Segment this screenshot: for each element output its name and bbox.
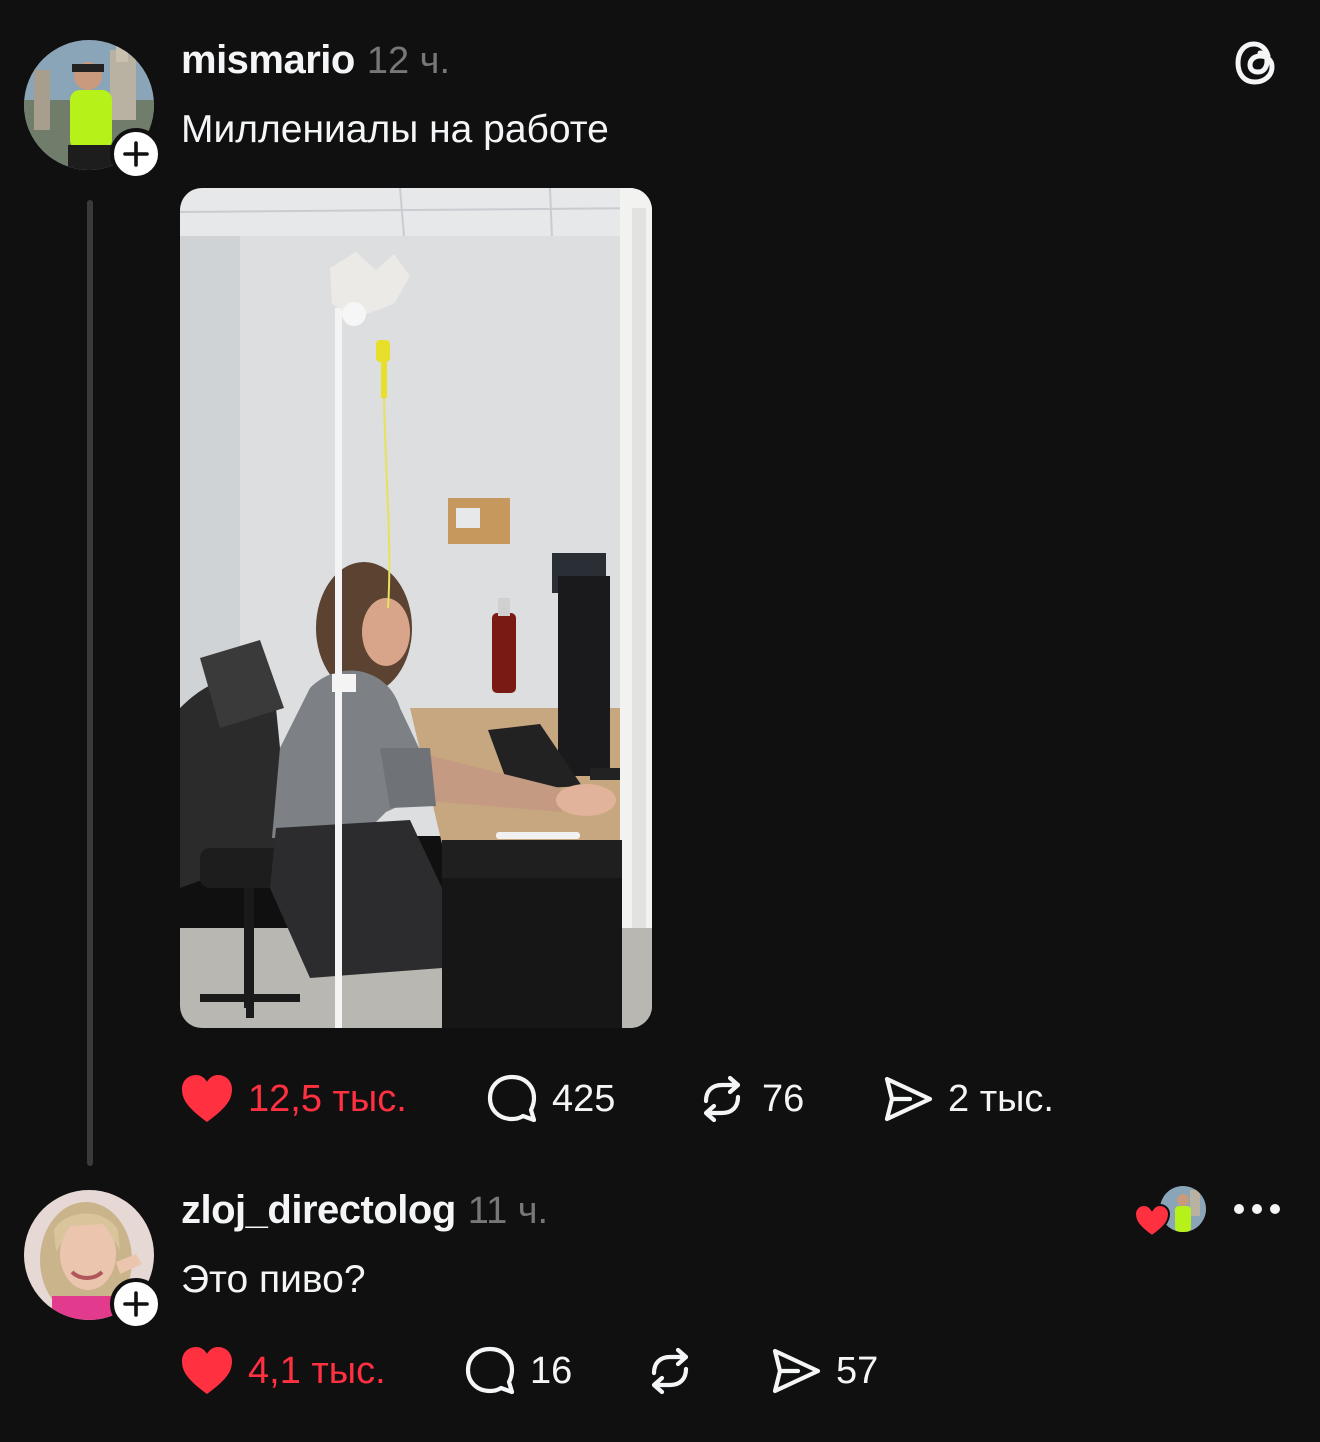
repost-icon [703,1075,741,1123]
reply-username[interactable]: zloj_directolog [181,1188,456,1233]
reply-like-count: 4,1 тыс. [248,1349,386,1392]
reply-like-button[interactable]: 4,1 тыс. [180,1344,386,1398]
reply-reply-button[interactable]: 16 [464,1344,572,1398]
reply-reply-count: 16 [530,1349,573,1392]
post-like-count: 12,5 тыс. [248,1077,407,1120]
follow-plus-button[interactable] [110,128,162,180]
heart-filled-icon [182,1347,232,1394]
post-like-button[interactable]: 12,5 тыс. [180,1072,407,1126]
send-icon [884,1076,933,1122]
reply-share-button[interactable]: 57 [770,1344,878,1398]
thread-connector-line [87,200,93,1166]
post-share-count: 2 тыс. [948,1077,1054,1120]
reply-repost-button[interactable] [644,1344,696,1398]
post-repost-count: 76 [762,1077,805,1120]
reply-header: zloj_directolog 11 ч. [181,1188,548,1236]
reply-share-count: 57 [836,1349,879,1392]
reply-timestamp: 11 ч. [467,1190,549,1232]
post-text: Миллениалы на работе [181,108,609,151]
more-options-icon[interactable] [1234,1204,1280,1214]
heart-filled-icon [182,1075,232,1122]
comment-bubble-icon [487,1074,537,1123]
post-username[interactable]: mismario [181,38,355,83]
post-reply-button[interactable]: 425 [486,1072,615,1126]
post-header: mismario 12 ч. [181,38,450,86]
heart-badge-icon [1133,1203,1171,1238]
send-icon [772,1348,821,1394]
threads-logo-icon[interactable] [1230,36,1284,90]
comment-bubble-icon [465,1346,515,1395]
post-photo[interactable] [180,188,652,1028]
post-share-button[interactable]: 2 тыс. [882,1072,1054,1126]
repost-icon [651,1347,689,1395]
post-repost-button[interactable]: 76 [696,1072,804,1126]
post-reply-count: 425 [552,1077,616,1120]
reply-text: Это пиво? [181,1258,366,1301]
post-timestamp: 12 ч. [366,40,451,82]
reply-follow-plus-button[interactable] [110,1278,162,1330]
